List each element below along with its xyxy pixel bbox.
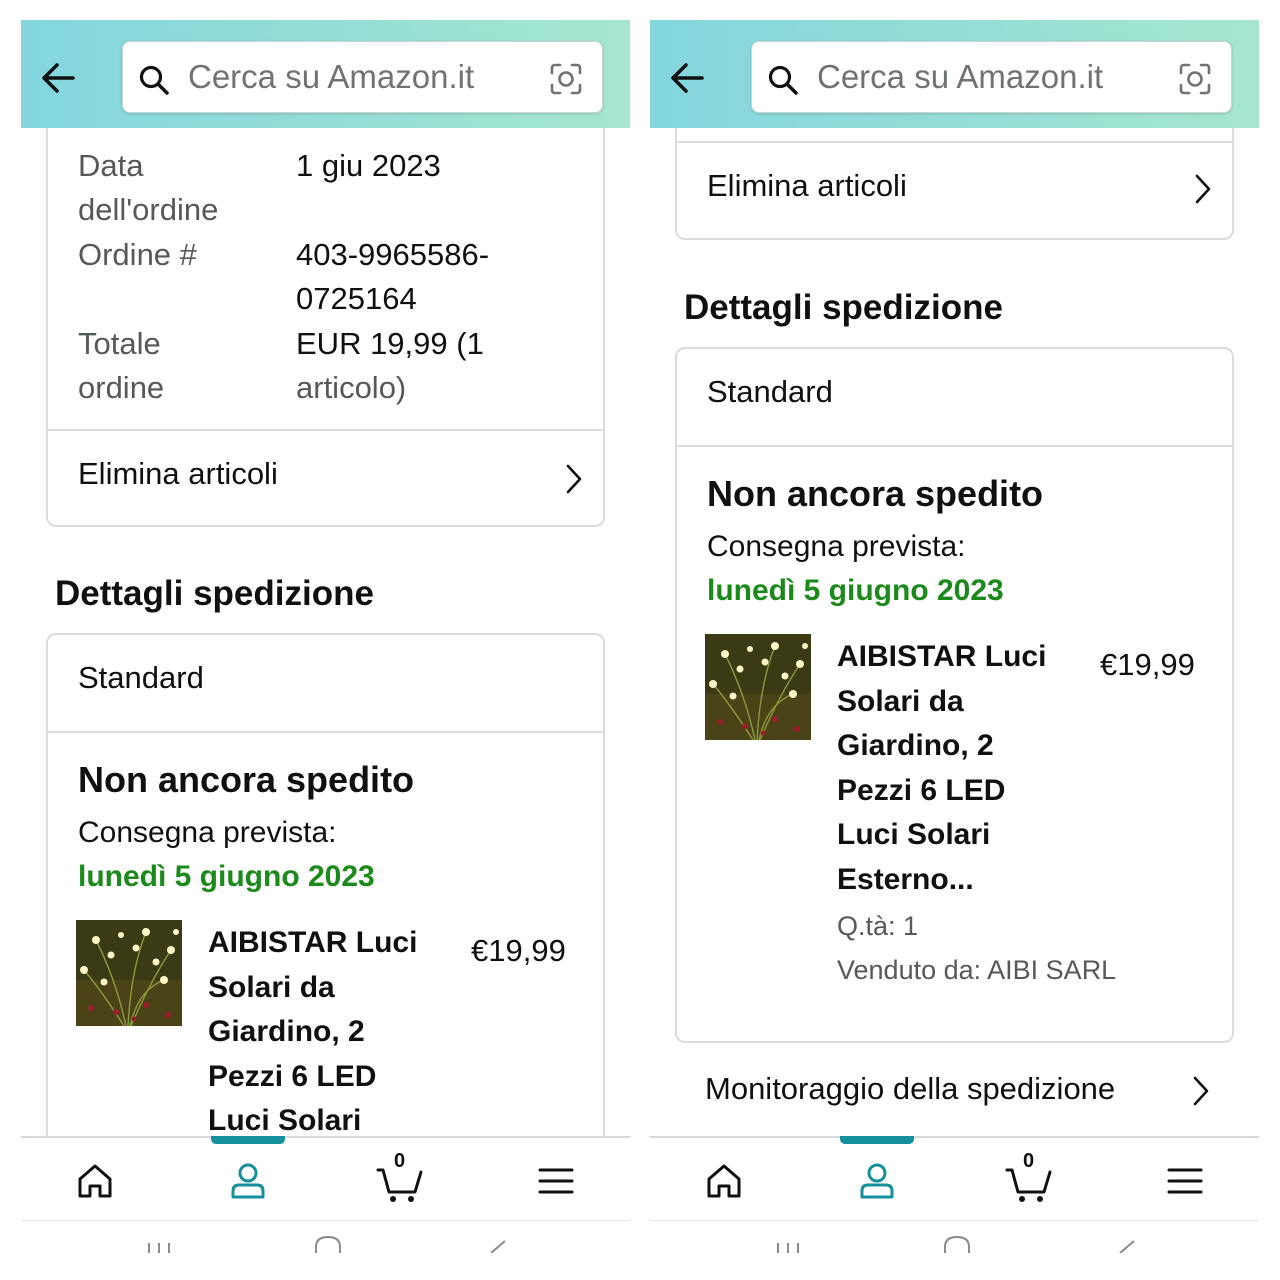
product-price: €19,99 xyxy=(1100,647,1195,682)
shipping-section-title: Dettagli spedizione xyxy=(55,574,374,613)
delivery-date: lunedì 5 giugno 2023 xyxy=(707,574,1004,607)
track-shipment-row[interactable]: Monitoraggio della spedizione xyxy=(675,1043,1234,1136)
bottom-navigation: 0 xyxy=(21,1136,630,1220)
product-title[interactable]: AIBISTAR Luci Solari da Giardino, 2 Pezz… xyxy=(837,635,1077,902)
home-button-icon[interactable] xyxy=(943,1233,971,1253)
search-input[interactable]: Cerca su Amazon.it xyxy=(751,41,1232,113)
menu-icon[interactable] xyxy=(1160,1156,1210,1206)
product-thumbnail[interactable] xyxy=(705,634,811,740)
product-seller: Venduto da: AIBI SARL xyxy=(837,955,1117,985)
chevron-right-icon xyxy=(563,461,585,497)
account-icon[interactable] xyxy=(852,1156,902,1206)
cart-count-badge: 0 xyxy=(1023,1150,1035,1172)
recent-apps-icon[interactable] xyxy=(775,1233,801,1253)
chevron-right-icon xyxy=(1192,171,1214,207)
divider xyxy=(677,445,1232,447)
shipping-method: Standard xyxy=(707,374,833,409)
phone-screen-left: Cerca su Amazon.it Data dell'ordine 1 giu… xyxy=(21,20,630,1260)
back-button-icon[interactable] xyxy=(487,1233,509,1254)
home-button-icon[interactable] xyxy=(314,1233,342,1253)
search-input[interactable]: Cerca su Amazon.it xyxy=(122,41,603,113)
system-navigation-bar xyxy=(21,1220,630,1260)
search-placeholder: Cerca su Amazon.it xyxy=(817,58,1104,95)
delete-items-row[interactable]: Elimina articoli xyxy=(48,431,603,527)
search-icon xyxy=(767,64,799,96)
delete-items-label: Elimina articoli xyxy=(707,168,907,203)
back-arrow-icon[interactable] xyxy=(39,58,79,98)
cart-icon[interactable]: 0 xyxy=(1004,1150,1054,1206)
shipment-status: Non ancora spedito xyxy=(78,759,415,800)
order-total-value: EUR 19,99 (1 articolo) xyxy=(296,326,484,405)
shipment-status: Non ancora spedito xyxy=(707,473,1044,514)
product-quantity: Q.tà: 1 xyxy=(837,911,919,941)
delivery-label: Consegna prevista: xyxy=(78,816,337,849)
delivery-date: lunedì 5 giugno 2023 xyxy=(78,860,375,893)
cart-icon[interactable]: 0 xyxy=(375,1150,425,1206)
delete-items-label: Elimina articoli xyxy=(78,456,278,491)
chevron-right-icon xyxy=(1190,1073,1212,1109)
home-icon[interactable] xyxy=(70,1156,120,1206)
page-content: Data dell'ordine 1 giu 2023 Ordine # 403-… xyxy=(21,128,630,1136)
divider xyxy=(48,731,603,733)
back-button-icon[interactable] xyxy=(1116,1233,1138,1254)
shipping-method: Standard xyxy=(78,660,204,695)
order-total-label: Totale ordine xyxy=(78,326,165,405)
recent-apps-icon[interactable] xyxy=(146,1233,172,1253)
order-number-label: Ordine # xyxy=(78,237,197,272)
system-navigation-bar xyxy=(650,1220,1259,1260)
home-icon[interactable] xyxy=(699,1156,749,1206)
delete-items-row[interactable]: Elimina articoli xyxy=(677,143,1232,238)
product-title[interactable]: AIBISTAR Luci Solari da Giardino, 2 Pezz… xyxy=(208,921,448,1136)
order-date-label: Data dell'ordine xyxy=(78,148,219,227)
order-number-value: 403-9965586- 0725164 xyxy=(296,237,490,316)
menu-icon[interactable] xyxy=(531,1156,581,1206)
header-bar: Cerca su Amazon.it xyxy=(21,20,630,128)
delivery-label: Consegna prevista: xyxy=(707,530,966,563)
header-bar: Cerca su Amazon.it xyxy=(650,20,1259,128)
camera-scan-icon[interactable] xyxy=(1178,62,1212,96)
active-tab-indicator xyxy=(211,1136,285,1144)
product-price: €19,99 xyxy=(471,933,566,968)
product-thumbnail[interactable] xyxy=(76,920,182,1026)
bottom-navigation: 0 xyxy=(650,1136,1259,1220)
search-placeholder: Cerca su Amazon.it xyxy=(188,58,475,95)
order-summary-card: Data dell'ordine 1 giu 2023 Ordine # 403-… xyxy=(46,128,605,527)
phone-screen-right: Cerca su Amazon.it Elimina articoli Dett… xyxy=(650,20,1259,1260)
order-summary-card: Elimina articoli xyxy=(675,128,1234,240)
track-shipment-label: Monitoraggio della spedizione xyxy=(705,1071,1116,1106)
page-content: Elimina articoli Dettagli spedizione Sta… xyxy=(650,128,1259,1136)
shipping-card: Standard Non ancora spedito Consegna pre… xyxy=(46,633,605,1136)
order-date-value: 1 giu 2023 xyxy=(296,148,441,183)
camera-scan-icon[interactable] xyxy=(549,62,583,96)
shipping-section-title: Dettagli spedizione xyxy=(684,288,1003,327)
search-icon xyxy=(138,64,170,96)
back-arrow-icon[interactable] xyxy=(668,58,708,98)
cart-count-badge: 0 xyxy=(394,1150,406,1172)
active-tab-indicator xyxy=(840,1136,914,1144)
shipping-card: Standard Non ancora spedito Consegna pre… xyxy=(675,347,1234,1043)
account-icon[interactable] xyxy=(223,1156,273,1206)
